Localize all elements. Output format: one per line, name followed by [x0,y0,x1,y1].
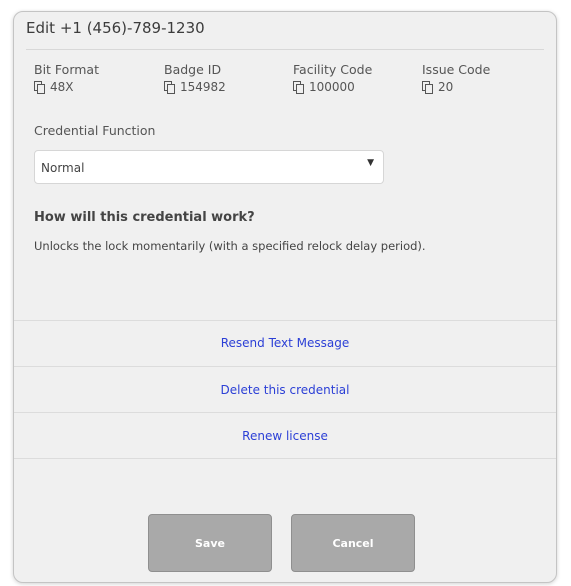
facility-code-value: 100000 [309,80,355,94]
renew-license-link[interactable]: Renew license [14,429,556,443]
how-it-works-text: Unlocks the lock momentarily (with a spe… [34,239,426,253]
chevron-down-icon: ▼ [367,158,374,168]
issue-code-field: Issue Code 20 [422,62,490,94]
divider [14,366,556,367]
resend-text-message-link[interactable]: Resend Text Message [14,336,556,350]
copy-icon[interactable] [422,81,433,94]
facility-code-label: Facility Code [293,62,373,77]
bit-format-label: Bit Format [34,62,99,77]
credential-function-select[interactable]: Normal ▼ [34,150,384,184]
facility-code-field: Facility Code 100000 [293,62,372,94]
copy-icon[interactable] [34,81,45,94]
dialog-title: Edit +1 (456)-789-1230 [26,19,205,37]
badge-id-value: 154982 [180,80,226,94]
cancel-button[interactable]: Cancel [291,514,415,572]
copy-icon[interactable] [293,81,304,94]
bit-format-field: Bit Format 48X [34,62,99,94]
divider [14,412,556,413]
issue-code-value: 20 [438,80,454,94]
delete-credential-link[interactable]: Delete this credential [14,383,556,397]
issue-code-label: Issue Code [422,62,491,77]
credential-function-value: Normal [41,161,85,175]
credential-function-label: Credential Function [34,123,156,138]
bit-format-value: 48X [50,80,74,94]
badge-id-field: Badge ID 154982 [164,62,226,94]
divider [14,458,556,459]
divider [14,320,556,321]
badge-id-label: Badge ID [164,62,222,77]
save-button[interactable]: Save [148,514,272,572]
title-divider [26,49,544,50]
how-it-works-heading: How will this credential work? [34,210,255,225]
edit-credential-dialog: Edit +1 (456)-789-1230 Bit Format 48X Ba… [13,11,557,583]
copy-icon[interactable] [164,81,175,94]
